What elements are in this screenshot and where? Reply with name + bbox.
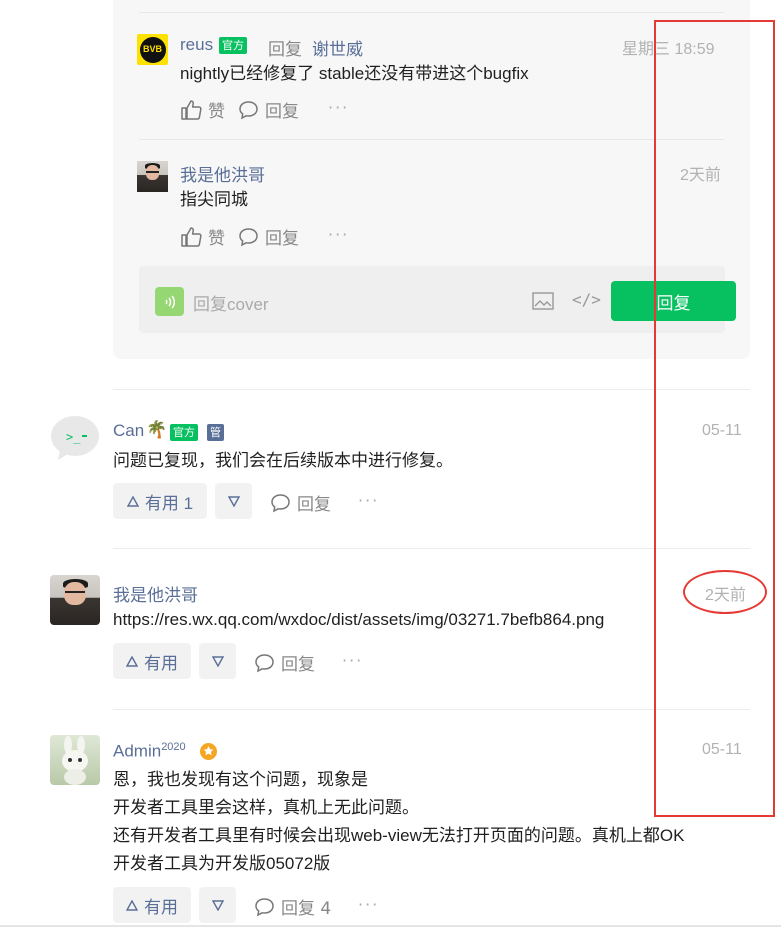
triangle-up-icon — [126, 655, 138, 667]
medal-icon — [200, 743, 217, 760]
like-button[interactable]: 赞 — [180, 224, 225, 249]
reply-button[interactable]: 回复 — [270, 490, 331, 515]
comment-content-line: 开发者工具里会这样，真机上无此问题。 — [113, 798, 419, 817]
reply-button[interactable]: 回复 4 — [254, 894, 331, 919]
thumbs-up-icon — [181, 226, 202, 247]
wechat-bubble-icon: >_ — [51, 416, 99, 460]
official-badge: 官方 — [170, 424, 198, 441]
like-label: 赞 — [208, 102, 225, 122]
comment-author[interactable]: Can — [113, 421, 144, 441]
svg-text:>_: >_ — [66, 430, 81, 444]
like-button[interactable]: 赞 — [180, 97, 225, 122]
thumbs-up-icon — [181, 99, 202, 120]
annotation-ellipse — [683, 570, 767, 614]
author-name: Admin — [113, 741, 162, 761]
reply-author[interactable]: reus — [180, 35, 213, 55]
upvote-button[interactable]: 有用 — [113, 887, 191, 923]
reply-placeholder[interactable]: 回复cover — [193, 290, 269, 315]
upvote-label: 有用 1 — [144, 493, 194, 513]
wechat-voice-icon — [155, 287, 184, 316]
more-icon[interactable]: ··· — [358, 895, 379, 914]
comment-content-line: 还有开发者工具里有时候会出现web-view无法打开页面的问题。真机上都OK — [113, 826, 685, 845]
image-icon[interactable] — [532, 292, 554, 310]
avatar[interactable]: BVB — [137, 34, 168, 65]
palm-tree-emoji: 🌴 — [146, 420, 168, 440]
reply-to-label: 回复 — [268, 40, 302, 60]
comment-content: 问题已复现，我们会在后续版本中进行修复。 — [113, 451, 453, 470]
reply-button[interactable]: 回复 — [254, 650, 315, 675]
divider — [139, 139, 724, 140]
downvote-button[interactable] — [215, 483, 252, 519]
comment-author[interactable]: 我是他洪哥 — [113, 581, 198, 606]
official-badge: 官方 — [219, 37, 247, 54]
triangle-down-icon — [211, 899, 224, 911]
reply-target-user[interactable]: 谢世威 — [312, 35, 363, 60]
admin-badge: 管 — [207, 424, 224, 441]
reply-label: 回复 — [265, 102, 299, 122]
reply-button[interactable]: 回复 — [238, 97, 299, 122]
annotation-rectangle — [654, 20, 775, 817]
comment-icon — [255, 653, 274, 672]
comment-author[interactable]: Admin2020 — [113, 741, 186, 762]
downvote-button[interactable] — [199, 643, 236, 679]
reply-content: 指尖同城 — [180, 190, 248, 209]
upvote-label: 有用 — [144, 897, 178, 917]
reply-author[interactable]: 我是他洪哥 — [180, 161, 265, 186]
reply-label: 回复 — [281, 655, 315, 675]
like-label: 赞 — [208, 229, 225, 249]
avatar[interactable] — [50, 735, 100, 785]
comment-icon — [255, 897, 274, 916]
more-icon[interactable]: ··· — [358, 491, 379, 510]
avatar[interactable] — [50, 575, 100, 625]
upvote-button[interactable]: 有用 — [113, 643, 191, 679]
comment-content-line: 恩，我也发现有这个问题，现象是 — [113, 770, 368, 789]
code-icon[interactable]: </> — [572, 290, 601, 309]
triangle-up-icon — [126, 899, 138, 911]
reply-content: nightly已经修复了 stable还没有带进这个bugfix — [180, 64, 529, 83]
reply-input-box[interactable]: 回复cover </> 回复 — [139, 266, 736, 333]
triangle-down-icon — [211, 655, 224, 667]
reply-label: 回复 — [265, 229, 299, 249]
comment-icon — [239, 227, 258, 246]
reply-label: 回复 — [297, 495, 331, 515]
reply-button[interactable]: 回复 — [238, 224, 299, 249]
comment-icon — [239, 100, 258, 119]
author-year-sup: 2020 — [161, 741, 186, 753]
comment-icon — [271, 493, 290, 512]
downvote-button[interactable] — [199, 887, 236, 923]
comment-content[interactable]: https://res.wx.qq.com/wxdoc/dist/assets/… — [113, 606, 604, 634]
divider — [139, 12, 724, 13]
upvote-label: 有用 — [144, 653, 178, 673]
avatar[interactable] — [137, 161, 168, 192]
more-icon[interactable]: ··· — [328, 225, 349, 244]
comment-content-line: 开发者工具为开发版05072版 — [113, 854, 331, 873]
upvote-button[interactable]: 有用 1 — [113, 483, 207, 519]
triangle-down-icon — [227, 495, 240, 507]
bvb-logo-icon: BVB — [139, 36, 166, 63]
bunny-figure-icon — [62, 736, 88, 785]
avatar[interactable]: >_ — [50, 414, 100, 464]
more-icon[interactable]: ··· — [342, 651, 363, 670]
more-icon[interactable]: ··· — [328, 98, 349, 117]
reply-label: 回复 4 — [281, 899, 332, 919]
triangle-up-icon — [126, 495, 139, 507]
